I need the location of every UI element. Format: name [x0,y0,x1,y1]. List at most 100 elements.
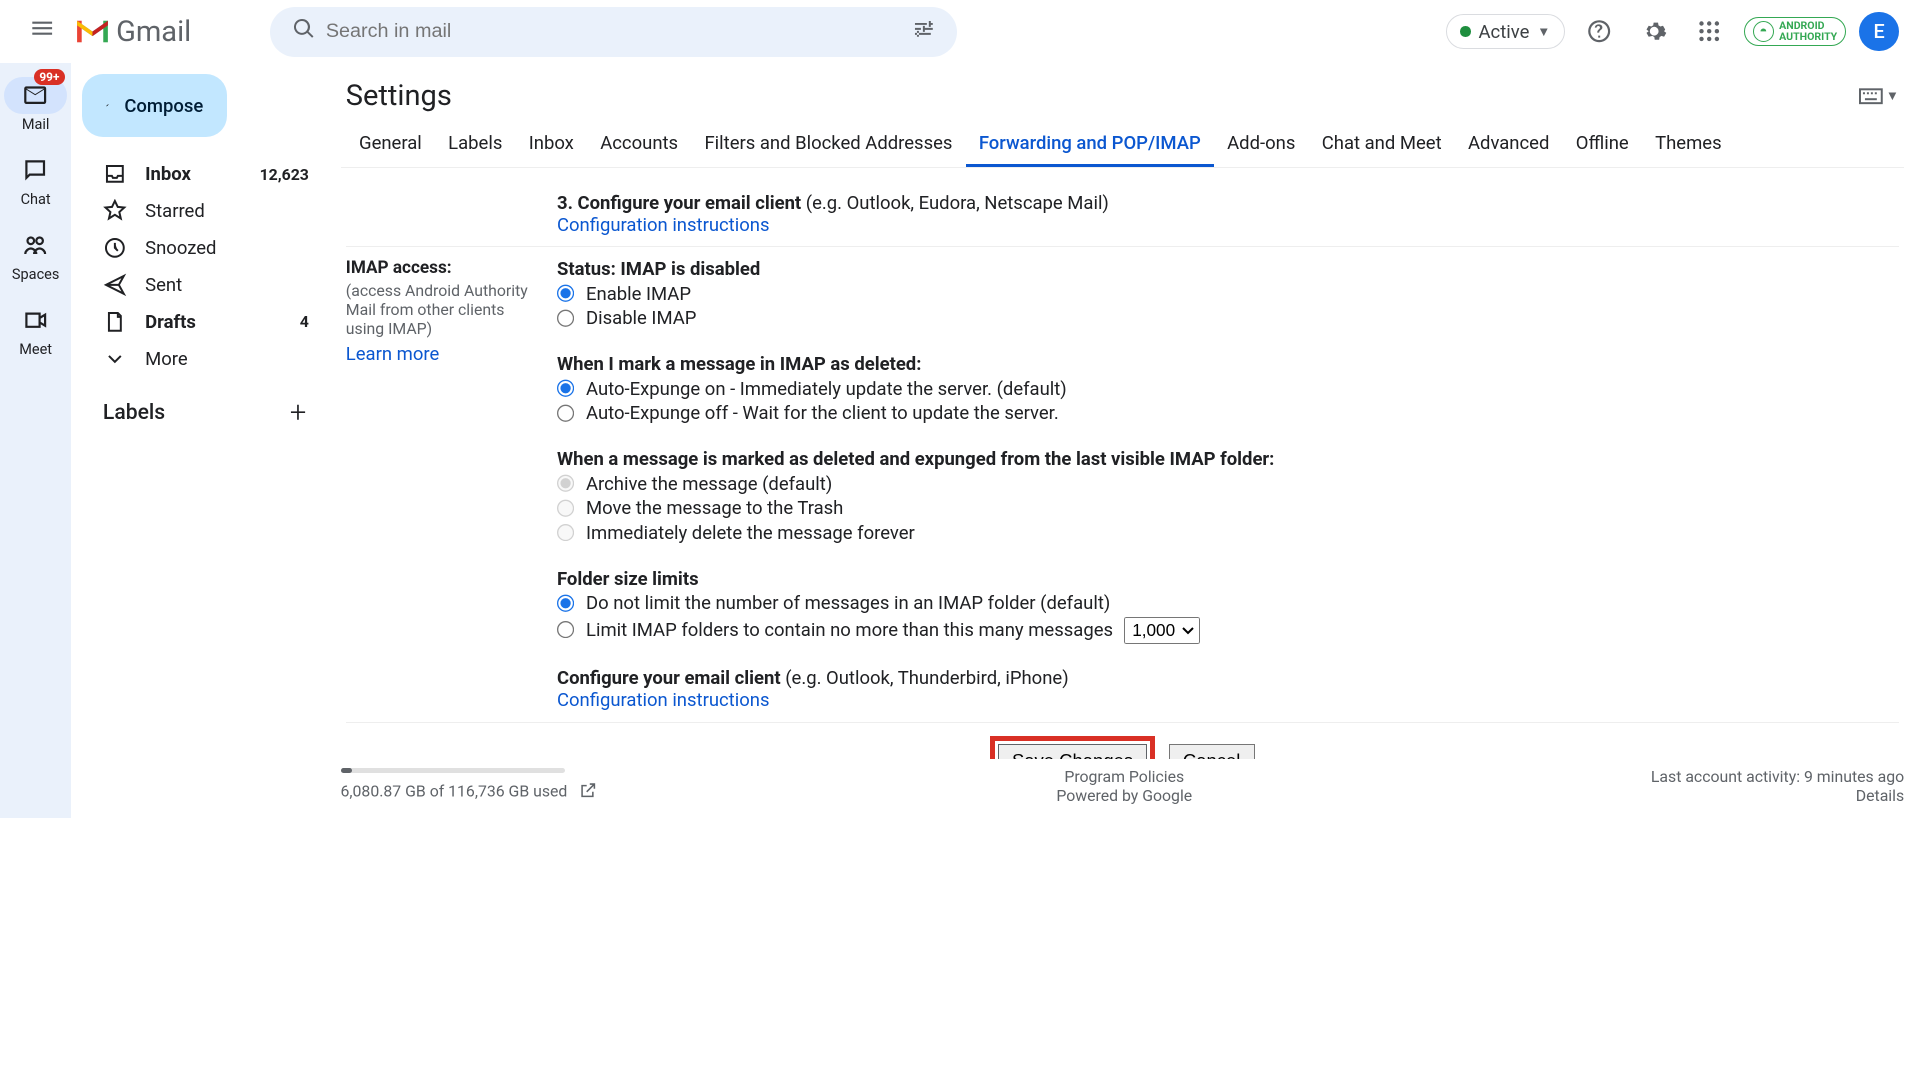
policies-link[interactable]: Program Policies [1064,767,1184,786]
chevron-down-icon: ▼ [1886,88,1899,104]
status-chip[interactable]: Active ▼ [1446,14,1565,49]
send-icon [103,273,127,297]
settings-tabs: General Labels Inbox Accounts Filters an… [341,121,1905,168]
limit-option[interactable]: Limit IMAP folders to contain no more th… [557,617,1899,644]
storage-text: 6,080.87 GB of 116,736 GB used [341,782,568,801]
pop-step-hint: (e.g. Outlook, Eudora, Netscape Mail) [806,192,1109,214]
settings-button[interactable] [1633,11,1675,53]
meet-icon [22,307,48,333]
trash-option[interactable]: Move the message to the Trash [557,497,1899,519]
chevron-down-icon: ▼ [1537,24,1550,40]
pencil-icon [106,92,109,118]
open-external-icon[interactable] [579,781,597,803]
save-button[interactable]: Save Changes [998,744,1148,759]
limit-select[interactable]: 1,000 [1124,617,1200,644]
gmail-logo[interactable]: Gmail [74,15,191,49]
spaces-icon [22,232,48,258]
tab-accounts[interactable]: Accounts [587,121,691,167]
rail-item-chat[interactable]: Chat [4,152,67,209]
delete-option[interactable]: Immediately delete the message forever [557,522,1899,544]
footer: 6,080.87 GB of 116,736 GB used Program P… [325,759,1920,818]
tab-themes[interactable]: Themes [1642,121,1735,167]
nav-drafts[interactable]: Drafts 4 [82,304,325,341]
imap-sublabel: (access Android Authority Mail from othe… [346,281,544,338]
tab-inbox[interactable]: Inbox [516,121,587,167]
nav-inbox[interactable]: Inbox 12,623 [82,156,325,193]
search-bar[interactable] [270,7,956,57]
imap-learn-more[interactable]: Learn more [346,343,439,365]
settings-content: 3. Configure your email client (e.g. Out… [341,168,1905,759]
apps-button[interactable] [1689,11,1731,53]
gmail-logo-icon [74,17,111,46]
details-link[interactable]: Details [1856,786,1904,805]
main-menu-button[interactable] [16,2,69,61]
apps-grid-icon [1696,18,1722,44]
chat-icon [22,157,48,183]
header-right: Active ▼ ◓ ANDROIDAUTHORITY E [1446,11,1904,53]
rail-item-meet[interactable]: Meet [4,302,67,359]
status-label: Active [1479,21,1530,43]
hamburger-icon [29,15,55,41]
nolimit-option[interactable]: Do not limit the number of messages in a… [557,592,1899,614]
gear-icon [1641,18,1667,44]
draft-icon [103,310,127,334]
tab-forwarding[interactable]: Forwarding and POP/IMAP [966,121,1214,167]
cancel-button[interactable]: Cancel [1169,744,1255,759]
page-title: Settings [346,79,452,113]
pop-step-label: 3. Configure your email client [557,192,801,214]
keyboard-icon [1859,87,1883,105]
help-icon [1586,18,1612,44]
nav-more[interactable]: More [82,340,325,377]
main-pane: Settings ▼ General Labels Inbox Accounts… [325,63,1920,818]
imap-config-label: Configure your email client [557,667,781,689]
account-avatar[interactable]: E [1859,12,1899,52]
archive-option[interactable]: Archive the message (default) [557,473,1899,495]
clock-icon [103,236,127,260]
imap-row: IMAP access: (access Android Authority M… [346,247,1899,722]
imap-config-hint: (e.g. Outlook, Thunderbird, iPhone) [785,667,1068,689]
input-tools-toggle[interactable]: ▼ [1859,87,1898,105]
disable-imap-option[interactable]: Disable IMAP [557,307,1899,329]
storage-bar [341,768,565,773]
nav-starred[interactable]: Starred [82,193,325,230]
support-button[interactable] [1578,11,1620,53]
deleted-header: When I mark a message in IMAP as deleted… [557,353,1899,375]
tab-general[interactable]: General [346,121,435,167]
tab-labels[interactable]: Labels [435,121,516,167]
imap-status: Status: IMAP is disabled [557,258,1899,280]
nav-list: Inbox 12,623 Starred Snoozed Sent Drafts… [82,156,325,378]
folder-header: Folder size limits [557,568,1899,590]
tab-filters[interactable]: Filters and Blocked Addresses [691,121,965,167]
expunge-on-option[interactable]: Auto-Expunge on - Immediately update the… [557,378,1899,400]
tab-offline[interactable]: Offline [1563,121,1642,167]
star-icon [103,199,127,223]
chevron-down-icon [103,347,127,371]
nav-snoozed[interactable]: Snoozed [82,230,325,267]
imap-config-link[interactable]: Configuration instructions [557,689,770,711]
search-icon[interactable] [281,6,326,57]
android-head-icon: ◓ [1753,21,1774,42]
nav-sent[interactable]: Sent [82,267,325,304]
header: Gmail Active ▼ ◓ ANDROIDAUTHORITY E [0,0,1920,63]
rail-item-mail[interactable]: 99+ Mail [4,77,67,134]
pop-config-row: 3. Configure your email client (e.g. Out… [346,181,1899,247]
search-options-icon[interactable] [901,6,946,57]
mail-badge: 99+ [34,69,65,86]
mail-icon [22,82,48,108]
tab-advanced[interactable]: Advanced [1455,121,1563,167]
enable-imap-option[interactable]: Enable IMAP [557,283,1899,305]
pop-config-link[interactable]: Configuration instructions [557,214,770,236]
app-rail: 99+ Mail Chat Spaces Meet [0,63,71,818]
imap-label: IMAP access: [346,258,452,278]
rail-item-spaces[interactable]: Spaces [4,227,67,284]
tab-chat-meet[interactable]: Chat and Meet [1309,121,1455,167]
search-input[interactable] [326,20,902,43]
labels-header: Labels + [82,377,325,435]
expunge-off-option[interactable]: Auto-Expunge off - Wait for the client t… [557,402,1899,424]
compose-button[interactable]: Compose [82,74,227,137]
status-dot-icon [1460,26,1471,37]
org-badge[interactable]: ◓ ANDROIDAUTHORITY [1744,17,1846,45]
tab-addons[interactable]: Add-ons [1214,121,1309,167]
add-label-button[interactable]: + [290,396,306,430]
activity-text: Last account activity: 9 minutes ago [1651,767,1904,786]
